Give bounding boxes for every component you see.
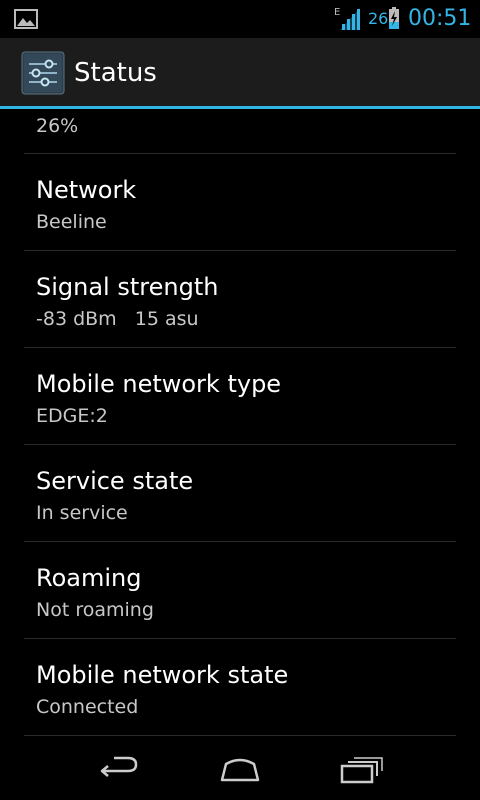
item-value: Connected bbox=[36, 696, 139, 718]
battery-charging-icon bbox=[389, 7, 399, 29]
item-value: Not roaming bbox=[36, 599, 154, 621]
list-divider bbox=[24, 735, 456, 736]
list-item-service-state[interactable]: Service state In service bbox=[0, 445, 480, 541]
item-value: EDGE:2 bbox=[36, 405, 108, 427]
home-icon[interactable] bbox=[216, 754, 264, 784]
battery-level-text: 26 bbox=[368, 9, 389, 28]
item-title: Signal strength bbox=[36, 273, 219, 301]
item-title: Mobile network state bbox=[36, 661, 289, 689]
list-item-mobile-network-state[interactable]: Mobile network state Connected bbox=[0, 639, 480, 735]
item-value: Beeline bbox=[36, 211, 107, 233]
action-bar: Status bbox=[0, 38, 480, 106]
status-bar: E 26 00:51 bbox=[0, 0, 480, 38]
list-item-signal-strength[interactable]: Signal strength -83 dBm 15 asu bbox=[0, 251, 480, 347]
screen: E 26 00:51 Status 26% Network Beeline Si… bbox=[0, 0, 480, 800]
gallery-notification-icon bbox=[14, 9, 38, 29]
status-list[interactable]: 26% Network Beeline Signal strength -83 … bbox=[0, 109, 480, 738]
list-item-roaming[interactable]: Roaming Not roaming bbox=[0, 542, 480, 638]
list-item-network[interactable]: Network Beeline bbox=[0, 154, 480, 250]
list-item-mobile-network-type[interactable]: Mobile network type EDGE:2 bbox=[0, 348, 480, 444]
item-value: In service bbox=[36, 502, 128, 524]
signal-icon: E bbox=[334, 7, 360, 30]
settings-app-icon[interactable] bbox=[21, 51, 65, 95]
page-title: Status bbox=[74, 58, 157, 88]
clock: 00:51 bbox=[408, 6, 472, 31]
network-type-indicator: E bbox=[334, 7, 340, 18]
back-icon[interactable] bbox=[96, 754, 144, 784]
item-title: Service state bbox=[36, 467, 194, 495]
item-title: Mobile network type bbox=[36, 370, 282, 398]
item-title: Network bbox=[36, 176, 137, 204]
navigation-bar bbox=[0, 738, 480, 800]
partial-item-value: 26% bbox=[36, 115, 79, 137]
recent-apps-icon[interactable] bbox=[338, 754, 386, 784]
item-value: -83 dBm 15 asu bbox=[36, 308, 199, 330]
item-title: Roaming bbox=[36, 564, 142, 592]
